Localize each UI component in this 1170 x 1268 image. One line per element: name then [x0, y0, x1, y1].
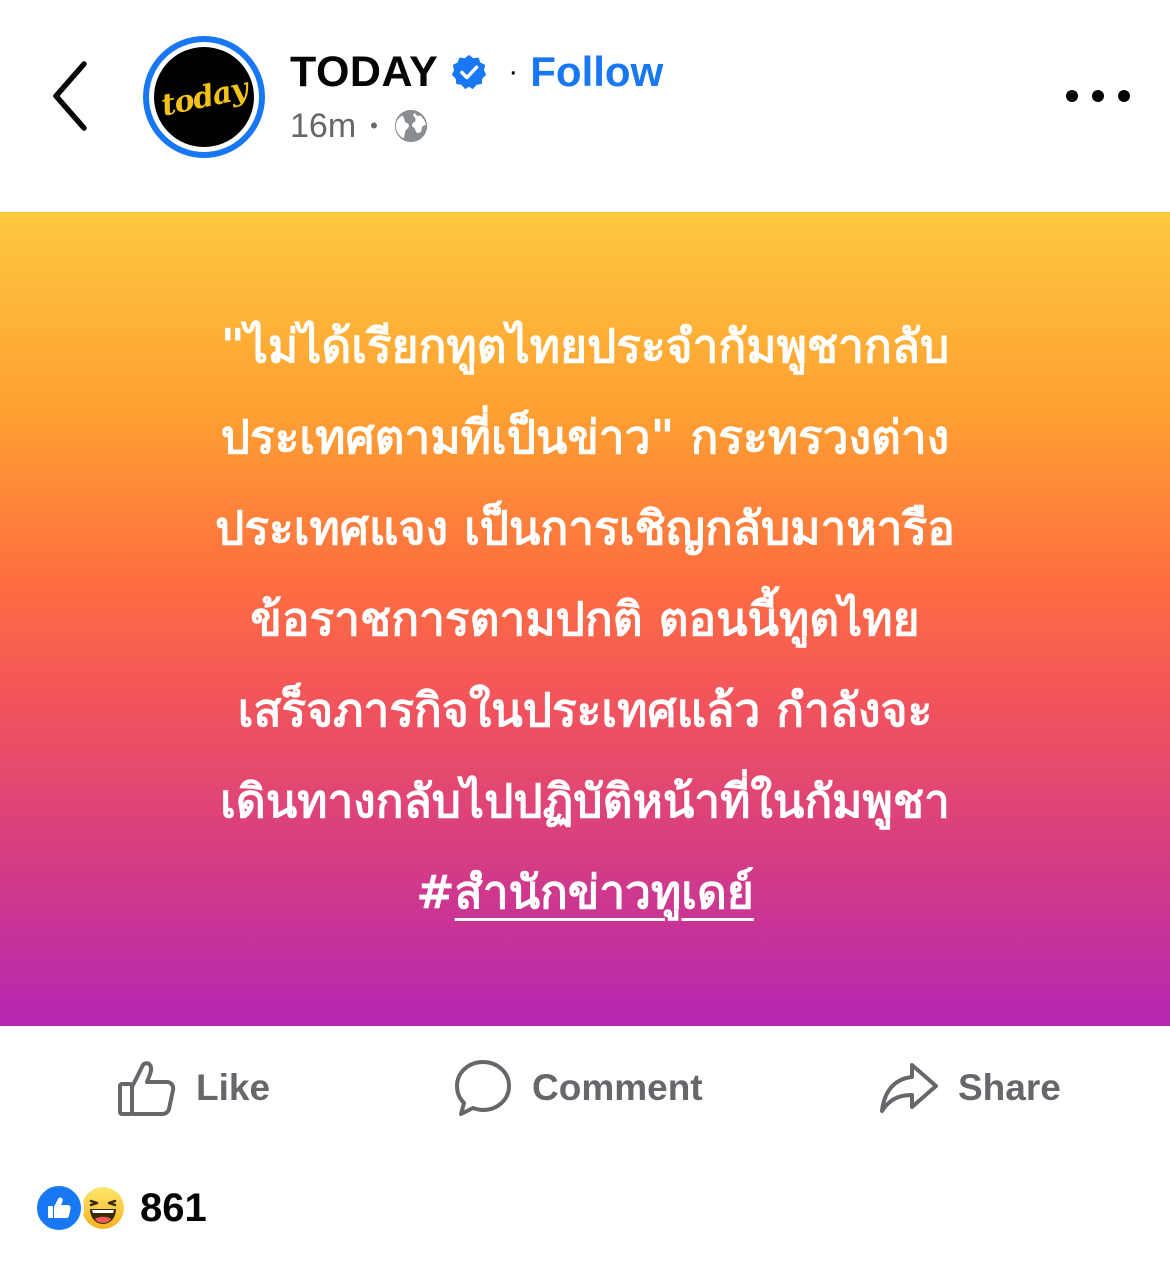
name-row: TODAY · Follow	[290, 44, 663, 100]
action-bar: Like Comment Share	[0, 1026, 1170, 1150]
chevron-left-icon	[53, 61, 87, 131]
more-options-button[interactable]	[1066, 80, 1130, 112]
hashtag-link[interactable]: สำนักข่าวทูเดย์	[455, 865, 754, 919]
share-button[interactable]: Share	[878, 1056, 1061, 1120]
comment-label: Comment	[532, 1067, 703, 1108]
post-timestamp[interactable]: 16m	[290, 107, 356, 146]
post-text-line: "ไม่ได้เรียกทูตไทยประจำกัมพูชากลับ	[220, 318, 950, 373]
share-arrow-icon	[880, 1063, 938, 1113]
like-reaction-icon	[34, 1183, 84, 1233]
verified-badge-icon	[452, 54, 487, 90]
haha-reaction-icon	[78, 1183, 128, 1233]
thumbs-up-icon	[118, 1061, 176, 1116]
post-text-line: ประเทศตามที่เป็นข่าว" กระทรวงต่าง	[220, 409, 950, 464]
post-header: today TODAY · Follow 16m •	[0, 0, 1170, 212]
hashtag-line: #สำนักข่าวทูเดย์	[416, 847, 754, 938]
like-button[interactable]: Like	[116, 1056, 270, 1120]
more-horizontal-icon	[1092, 90, 1104, 102]
post-text-line: เสร็จภารกิจในประเทศแล้ว กำลังจะ	[237, 682, 933, 737]
share-label: Share	[958, 1067, 1061, 1108]
meta-separator: •	[370, 113, 378, 138]
reaction-count: 861	[140, 1185, 207, 1230]
avatar-logo-text: today	[157, 70, 251, 124]
like-label: Like	[196, 1067, 271, 1108]
page-name[interactable]: TODAY	[290, 48, 438, 97]
post-text-background: "ไม่ได้เรียกทูตไทยประจำกัมพูชากลับ ประเท…	[0, 212, 1170, 1026]
globe-icon	[394, 109, 427, 143]
more-horizontal-icon	[1066, 90, 1078, 102]
comment-button[interactable]: Comment	[452, 1056, 703, 1120]
reactions-summary[interactable]: 861	[34, 1180, 207, 1236]
post-text-line: ข้อราชการตามปกติ ตอนนี้ทูตไทย	[250, 591, 920, 646]
back-button[interactable]	[40, 56, 104, 136]
post-text-line: ประเทศแจง เป็นการเชิญกลับมาหารือ	[215, 500, 955, 555]
hashtag-symbol: #	[416, 864, 455, 919]
page-avatar[interactable]: today	[143, 36, 265, 158]
post-meta: 16m •	[290, 106, 430, 146]
more-horizontal-icon	[1118, 90, 1130, 102]
comment-bubble-icon	[455, 1060, 511, 1116]
follow-button[interactable]: Follow	[530, 48, 663, 96]
post-text-line: เดินทางกลับไปปฏิบัติหน้าที่ในกัมพูชา	[220, 773, 950, 828]
avatar-logo: today	[154, 47, 254, 147]
separator-dot: ·	[508, 55, 519, 88]
